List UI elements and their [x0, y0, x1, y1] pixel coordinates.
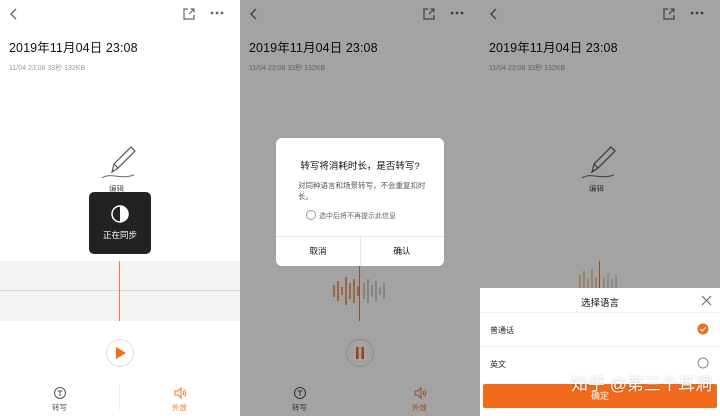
- radio-selected-icon[interactable]: [697, 323, 709, 335]
- transcribe-confirm-dialog: 转写将消耗时长，是否转写? 对同种语言和场景转写，不会重复扣时长。 选中后将不再…: [276, 138, 444, 266]
- sheet-divider: [480, 312, 720, 313]
- language-option-english[interactable]: 英文: [490, 359, 506, 370]
- recording-meta: 11/04 23:08 33秒 132KB: [9, 65, 86, 72]
- cancel-button[interactable]: 取消: [276, 236, 360, 266]
- sync-toast: 正在同步: [89, 192, 151, 254]
- waveform-baseline: [0, 290, 240, 291]
- speaker-icon[interactable]: [173, 386, 187, 400]
- confirm-button[interactable]: 确认: [360, 236, 444, 266]
- pen-icon[interactable]: [100, 142, 140, 182]
- close-icon[interactable]: [701, 295, 712, 306]
- radio-empty-icon[interactable]: [697, 357, 709, 369]
- panel-language-select: 2019年11月04日 23:08 11/04 23:08 33秒 132KB …: [480, 0, 720, 416]
- dialog-title: 转写将消耗时长，是否转写?: [300, 161, 420, 172]
- sync-toast-label: 正在同步: [102, 230, 137, 240]
- checkbox-circle-icon[interactable]: [306, 210, 316, 220]
- watermark: 知乎 @第三个耳洞: [571, 375, 712, 394]
- back-icon[interactable]: [8, 7, 20, 21]
- option-divider: [480, 346, 720, 347]
- panel-transcribe-dialog: 2019年11月04日 23:08 11/04 23:08 33秒 132KB …: [240, 0, 480, 416]
- dont-show-again-checkbox[interactable]: 选中后将不再提示此信息: [306, 210, 396, 221]
- playhead[interactable]: [119, 261, 120, 321]
- panel-recording-syncing: 2019年11月04日 23:08 11/04 23:08 33秒 132KB …: [0, 0, 240, 416]
- waveform[interactable]: [0, 261, 240, 321]
- more-icon[interactable]: [209, 9, 225, 17]
- play-button[interactable]: [106, 339, 134, 367]
- sheet-title: 选择语言: [580, 298, 619, 309]
- language-option-mandarin[interactable]: 普通话: [490, 325, 514, 336]
- recording-title: 2019年11月04日 23:08: [9, 41, 138, 55]
- speaker-label[interactable]: 外放: [172, 402, 187, 413]
- dialog-message: 对同种语言和场景转写，不会重复扣时长。: [298, 181, 426, 201]
- language-bottom-sheet: 选择语言 普通话 英文 确定: [480, 288, 720, 416]
- sync-icon: [111, 205, 129, 223]
- checkbox-label[interactable]: 选中后将不再提示此信息: [319, 213, 396, 220]
- bottom-divider: [119, 384, 120, 410]
- transcribe-icon[interactable]: [53, 386, 67, 400]
- transcribe-label[interactable]: 转写: [52, 402, 67, 413]
- share-icon[interactable]: [182, 7, 196, 21]
- play-icon: [116, 347, 126, 359]
